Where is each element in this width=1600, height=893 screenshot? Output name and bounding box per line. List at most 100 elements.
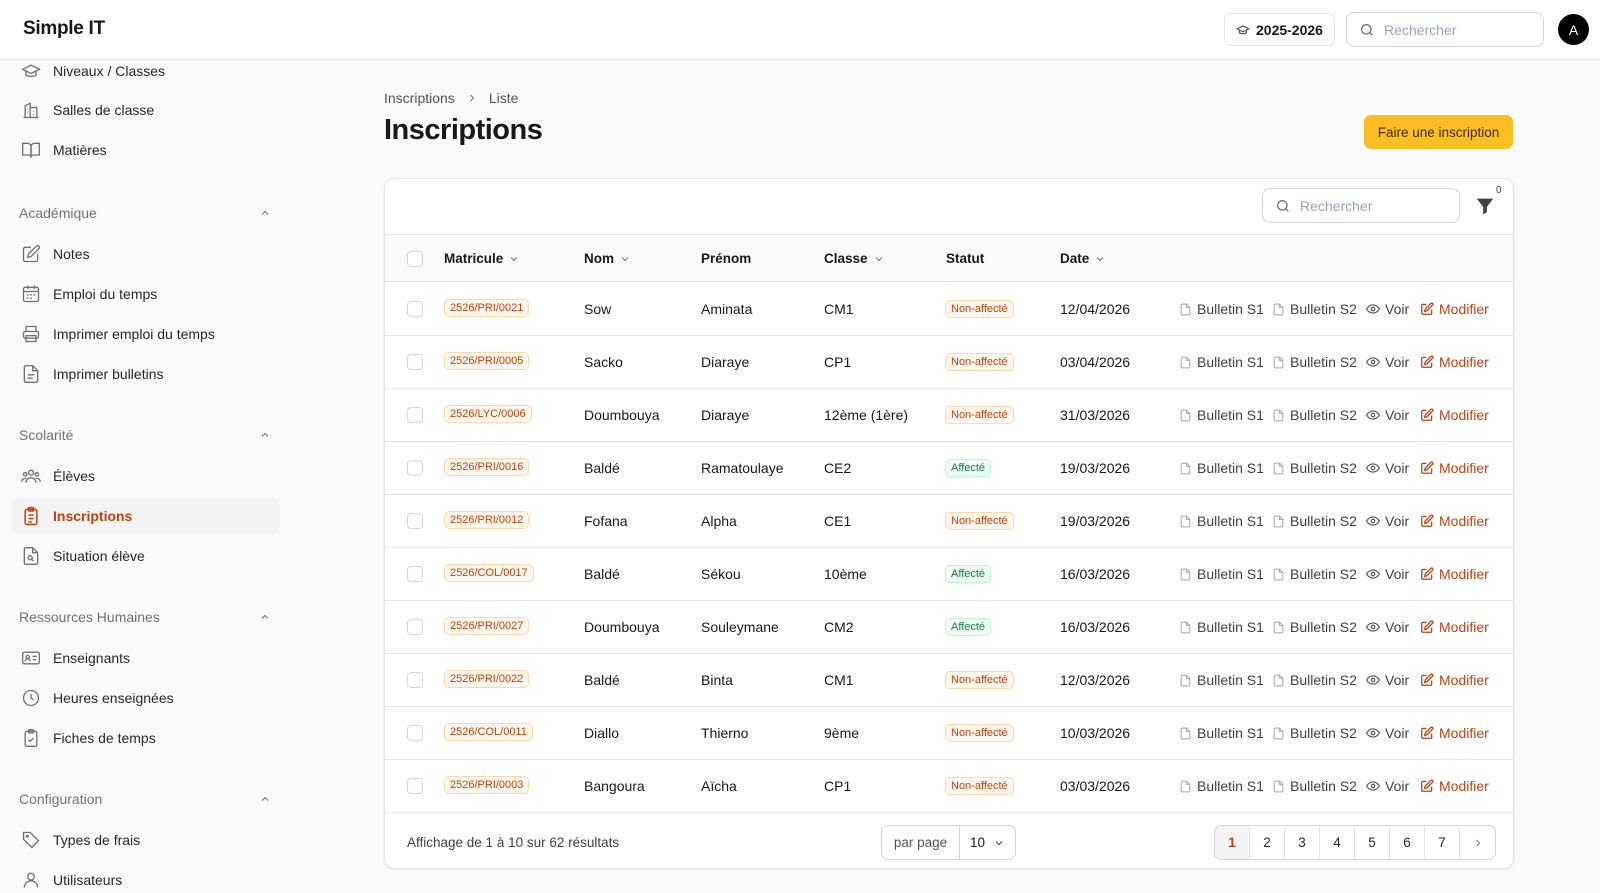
global-search-input[interactable] bbox=[1384, 21, 1524, 38]
sidebar-item-inscriptions[interactable]: Inscriptions bbox=[12, 498, 280, 534]
sidebar-item-matieres[interactable]: Matières bbox=[12, 132, 280, 168]
bulletin-s1-button[interactable]: Bulletin S1 bbox=[1179, 619, 1264, 635]
next-page-button[interactable] bbox=[1460, 826, 1495, 859]
edit-button[interactable]: Modifier bbox=[1420, 301, 1489, 317]
sidebar-item-notes[interactable]: Notes bbox=[12, 236, 280, 272]
bulletin-s2-button[interactable]: Bulletin S2 bbox=[1272, 778, 1357, 794]
bulletin-s2-button[interactable]: Bulletin S2 bbox=[1272, 513, 1357, 529]
select-all-checkbox[interactable] bbox=[407, 251, 423, 267]
bulletin-s2-button[interactable]: Bulletin S2 bbox=[1272, 301, 1357, 317]
view-button[interactable]: Voir bbox=[1366, 354, 1409, 370]
edit-button[interactable]: Modifier bbox=[1420, 672, 1489, 688]
bulletin-s2-button[interactable]: Bulletin S2 bbox=[1272, 672, 1357, 688]
global-search[interactable] bbox=[1346, 12, 1544, 47]
table-search[interactable] bbox=[1262, 188, 1460, 223]
column-header-date[interactable]: Date bbox=[1060, 251, 1106, 266]
bulletin-s1-button[interactable]: Bulletin S1 bbox=[1179, 725, 1264, 741]
per-page-selector[interactable]: par page 10 bbox=[881, 825, 1016, 860]
sidebar-section-configuration[interactable]: Configuration bbox=[19, 791, 271, 807]
school-year-selector[interactable]: 2025-2026 bbox=[1224, 13, 1335, 46]
bulletin-s1-button[interactable]: Bulletin S1 bbox=[1179, 566, 1264, 582]
sidebar-item-types-de-frais[interactable]: Types de frais bbox=[12, 822, 280, 858]
view-button[interactable]: Voir bbox=[1366, 566, 1409, 582]
breadcrumb-parent-link[interactable]: Inscriptions bbox=[384, 90, 455, 106]
page-button-2[interactable]: 2 bbox=[1250, 826, 1285, 859]
bulletin-s1-button[interactable]: Bulletin S1 bbox=[1179, 354, 1264, 370]
filter-icon[interactable] bbox=[1474, 195, 1496, 217]
sidebar-item-fiches-de-temps[interactable]: Fiches de temps bbox=[12, 720, 280, 756]
column-header-nom[interactable]: Nom bbox=[584, 251, 631, 266]
view-button[interactable]: Voir bbox=[1366, 672, 1409, 688]
view-button[interactable]: Voir bbox=[1366, 301, 1409, 317]
bulletin-s1-button[interactable]: Bulletin S1 bbox=[1179, 778, 1264, 794]
sidebar-item-heures-enseignees[interactable]: Heures enseignées bbox=[12, 680, 280, 716]
sidebar-item-niveaux-classes[interactable]: Niveaux / Classes bbox=[12, 60, 280, 89]
edit-button[interactable]: Modifier bbox=[1420, 407, 1489, 423]
bulletin-s2-button[interactable]: Bulletin S2 bbox=[1272, 407, 1357, 423]
page-button-6[interactable]: 6 bbox=[1390, 826, 1425, 859]
bulletin-s1-button[interactable]: Bulletin S1 bbox=[1179, 460, 1264, 476]
column-header-classe[interactable]: Classe bbox=[824, 251, 885, 266]
bulletin-s1-button[interactable]: Bulletin S1 bbox=[1179, 513, 1264, 529]
sidebar-item-imprimer-bulletins[interactable]: Imprimer bulletins bbox=[12, 356, 280, 392]
bulletin-s1-button[interactable]: Bulletin S1 bbox=[1179, 301, 1264, 317]
bulletin-s1-button[interactable]: Bulletin S1 bbox=[1179, 407, 1264, 423]
edit-button[interactable]: Modifier bbox=[1420, 725, 1489, 741]
sidebar-item-eleves[interactable]: Élèves bbox=[12, 458, 280, 494]
view-button[interactable]: Voir bbox=[1366, 619, 1409, 635]
page-button-4[interactable]: 4 bbox=[1320, 826, 1355, 859]
row-checkbox[interactable] bbox=[407, 672, 423, 688]
sidebar-section-scolarite[interactable]: Scolarité bbox=[19, 427, 271, 443]
view-button[interactable]: Voir bbox=[1366, 513, 1409, 529]
edit-button[interactable]: Modifier bbox=[1420, 778, 1489, 794]
row-checkbox[interactable] bbox=[407, 725, 423, 741]
page-button-5[interactable]: 5 bbox=[1355, 826, 1390, 859]
action-label: Modifier bbox=[1439, 407, 1489, 423]
bulletin-s1-button[interactable]: Bulletin S1 bbox=[1179, 672, 1264, 688]
bulletin-s2-button[interactable]: Bulletin S2 bbox=[1272, 725, 1357, 741]
view-button[interactable]: Voir bbox=[1366, 725, 1409, 741]
sidebar-section-ressources-humaines[interactable]: Ressources Humaines bbox=[19, 609, 271, 625]
sidebar-item-enseignants[interactable]: Enseignants bbox=[12, 640, 280, 676]
sidebar-item-emploi-du-temps[interactable]: Emploi du temps bbox=[12, 276, 280, 312]
edit-button[interactable]: Modifier bbox=[1420, 460, 1489, 476]
row-checkbox[interactable] bbox=[407, 354, 423, 370]
row-checkbox[interactable] bbox=[407, 566, 423, 582]
matricule-badge: 2526/PRI/0022 bbox=[444, 670, 530, 688]
sidebar-item-situation-eleve[interactable]: Situation élève bbox=[12, 538, 280, 574]
edit-button[interactable]: Modifier bbox=[1420, 354, 1489, 370]
column-header-matricule[interactable]: Matricule bbox=[444, 251, 520, 266]
bulletin-s2-button[interactable]: Bulletin S2 bbox=[1272, 566, 1357, 582]
action-label: Bulletin S2 bbox=[1290, 619, 1357, 635]
row-checkbox[interactable] bbox=[407, 619, 423, 635]
bulletin-s2-button[interactable]: Bulletin S2 bbox=[1272, 619, 1357, 635]
edit-button[interactable]: Modifier bbox=[1420, 566, 1489, 582]
app-logo[interactable]: Simple IT bbox=[23, 18, 105, 40]
row-checkbox[interactable] bbox=[407, 513, 423, 529]
edit-button[interactable]: Modifier bbox=[1420, 619, 1489, 635]
page-button-3[interactable]: 3 bbox=[1285, 826, 1320, 859]
bulletin-s2-button[interactable]: Bulletin S2 bbox=[1272, 354, 1357, 370]
sidebar-item-utilisateurs[interactable]: Utilisateurs bbox=[12, 862, 280, 893]
file-text-icon bbox=[23, 365, 39, 383]
row-checkbox[interactable] bbox=[407, 778, 423, 794]
row-checkbox[interactable] bbox=[407, 407, 423, 423]
row-checkbox[interactable] bbox=[407, 460, 423, 476]
matricule-badge: 2526/COL/0011 bbox=[444, 723, 533, 741]
new-inscription-button[interactable]: Faire une inscription bbox=[1364, 115, 1513, 149]
edit-button[interactable]: Modifier bbox=[1420, 513, 1489, 529]
sidebar-section-academique[interactable]: Académique bbox=[19, 205, 271, 221]
sidebar-item-salles-de-classe[interactable]: Salles de classe bbox=[12, 92, 280, 128]
sidebar-item-imprimer-emploi-du-temps[interactable]: Imprimer emploi du temps bbox=[12, 316, 280, 352]
table-search-input[interactable] bbox=[1300, 197, 1440, 214]
view-button[interactable]: Voir bbox=[1366, 778, 1409, 794]
page-button-7[interactable]: 7 bbox=[1425, 826, 1460, 859]
row-checkbox[interactable] bbox=[407, 301, 423, 317]
cell-date: 03/03/2026 bbox=[1060, 778, 1131, 794]
view-button[interactable]: Voir bbox=[1366, 460, 1409, 476]
page-button-1[interactable]: 1 bbox=[1215, 826, 1250, 859]
view-button[interactable]: Voir bbox=[1366, 407, 1409, 423]
user-avatar[interactable]: A bbox=[1558, 14, 1589, 45]
bulletin-s2-button[interactable]: Bulletin S2 bbox=[1272, 460, 1357, 476]
per-page-select[interactable]: 10 bbox=[960, 835, 1015, 850]
